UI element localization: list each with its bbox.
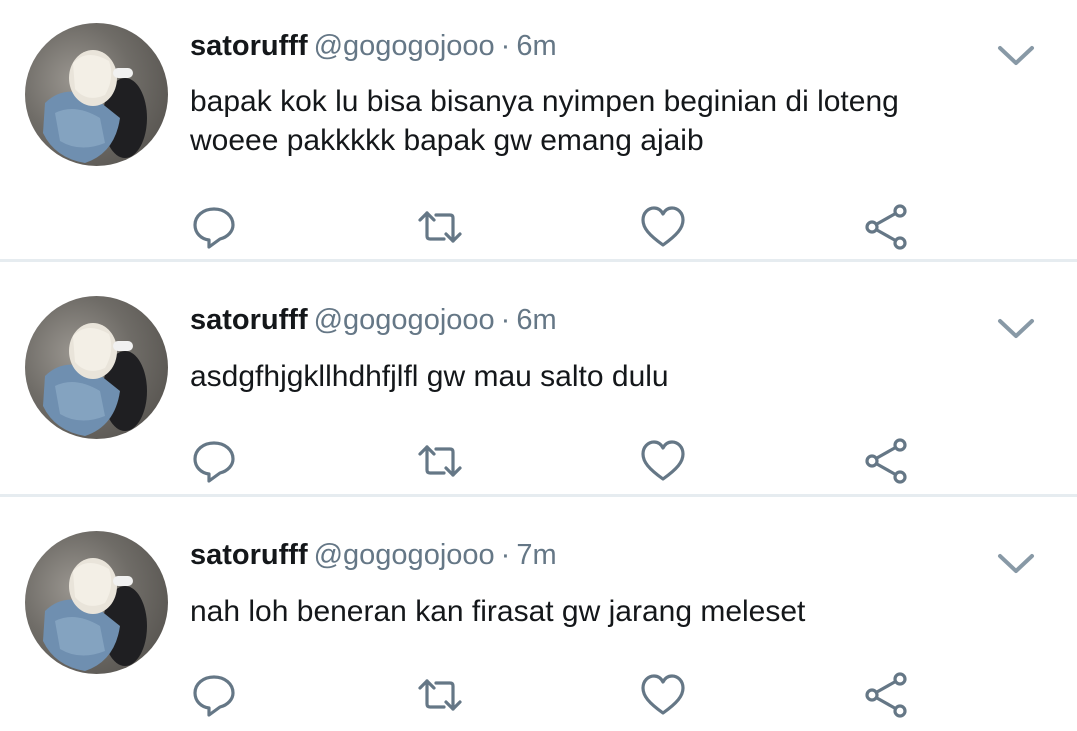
reply-icon[interactable] [190,203,238,251]
tweet-actions [0,203,1077,251]
tweet-header: satorufff @gogogojooo · 6m [190,302,557,338]
like-icon[interactable] [639,203,687,251]
tweet-text-line: nah loh beneran kan firasat gw jarang me… [190,595,806,628]
tweet[interactable]: satorufff @gogogojooo · 6m asdgfhjgkllhdhfj… [0,265,1077,497]
tweet-text: asdgfhjgkllhdhfjlfl gw mau salto dulu [190,357,1030,396]
separator-dot: · [500,30,511,62]
share-icon[interactable] [862,671,910,719]
separator-dot: · [500,304,511,336]
username[interactable]: @gogogojooo [314,30,495,62]
chevron-down-icon[interactable] [995,550,1037,578]
like-icon[interactable] [639,437,687,485]
retweet-icon[interactable] [416,671,464,719]
tweet-actions [0,437,1077,485]
separator-dot: · [500,539,511,571]
tweet[interactable]: satorufff @gogogojooo · 7m nah loh beneran … [0,500,1077,731]
tweet[interactable]: satorufff @gogogojooo · 6m bapak kok lu bis… [0,0,1077,262]
retweet-icon[interactable] [416,437,464,485]
tweet-text-line: woeee pakkkkk bapak gw emang ajaib [190,124,704,157]
timestamp[interactable]: 6m [516,304,556,336]
tweet-text: nah loh beneran kan firasat gw jarang me… [190,592,1030,631]
username[interactable]: @gogogojooo [314,539,495,571]
reply-icon[interactable] [190,671,238,719]
tweet-header: satorufff @gogogojooo · 7m [190,537,557,573]
username[interactable]: @gogogojooo [314,304,495,336]
display-name[interactable]: satorufff [190,30,308,62]
timeline: satorufff @gogogojooo · 6m bapak kok lu bis… [0,0,1077,731]
share-icon[interactable] [862,203,910,251]
tweet-header: satorufff @gogogojooo · 6m [190,28,557,64]
display-name[interactable]: satorufff [190,304,308,336]
reply-icon[interactable] [190,437,238,485]
avatar[interactable] [25,531,168,674]
tweet-text-line: asdgfhjgkllhdhfjlfl gw mau salto dulu [190,360,669,393]
avatar[interactable] [25,23,168,166]
like-icon[interactable] [639,671,687,719]
chevron-down-icon[interactable] [995,42,1037,70]
tweet-actions [0,671,1077,719]
avatar[interactable] [25,296,168,439]
display-name[interactable]: satorufff [190,539,308,571]
retweet-icon[interactable] [416,203,464,251]
tweet-text-line: bapak kok lu bisa bisanya nyimpen begini… [190,85,899,118]
timestamp[interactable]: 6m [516,30,556,62]
timestamp[interactable]: 7m [516,539,556,571]
share-icon[interactable] [862,437,910,485]
chevron-down-icon[interactable] [995,315,1037,343]
tweet-text: bapak kok lu bisa bisanya nyimpen begini… [190,82,1030,160]
